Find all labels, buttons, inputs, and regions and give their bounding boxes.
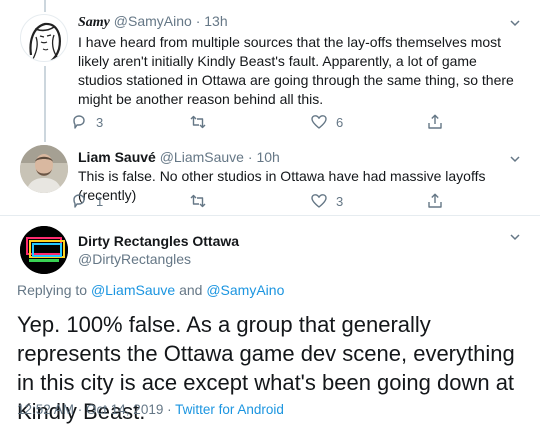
tweet-meta: 12:52 AM · Oct 14, 2019 · Twitter for An… xyxy=(17,402,284,417)
reply-icon xyxy=(73,115,85,129)
replying-to: Replying to @LiamSauve and @SamyAino xyxy=(17,282,284,298)
share-button[interactable] xyxy=(426,112,444,132)
chevron-down-icon[interactable] xyxy=(509,17,521,29)
display-name[interactable]: Dirty Rectangles Ottawa xyxy=(78,233,239,249)
share-button[interactable] xyxy=(426,191,444,211)
separator: · xyxy=(195,13,201,29)
like-button[interactable]: 3 xyxy=(310,191,343,211)
like-button[interactable]: 6 xyxy=(310,112,343,132)
user-handle[interactable]: @SamyAino xyxy=(114,13,192,29)
share-icon xyxy=(428,114,442,129)
dirty-rectangles-logo xyxy=(20,226,68,274)
retweet-button[interactable] xyxy=(188,191,216,211)
tweet-liam[interactable]: Liam Sauvé @LiamSauve · 10h This is fals… xyxy=(0,140,540,214)
reply-icon xyxy=(73,194,85,208)
avatar[interactable] xyxy=(20,14,68,62)
tweet-samy[interactable]: Samy @SamyAino · 13h I have heard from m… xyxy=(0,0,540,140)
like-count: 3 xyxy=(336,193,344,209)
heart-icon xyxy=(311,115,327,129)
chevron-down-icon[interactable] xyxy=(509,231,521,243)
mention-link[interactable]: @SamyAino xyxy=(206,282,284,298)
separator: · xyxy=(247,149,253,165)
replying-and: and xyxy=(179,282,203,298)
user-handle[interactable]: @LiamSauve xyxy=(160,149,244,165)
source-link[interactable]: Twitter for Android xyxy=(175,402,284,417)
timestamp[interactable]: 12:52 AM · Oct 14, 2019 · xyxy=(17,402,172,417)
reply-count: 3 xyxy=(96,114,104,130)
retweet-icon xyxy=(190,115,206,129)
reply-count: 1 xyxy=(96,193,104,209)
chevron-down-icon[interactable] xyxy=(509,153,521,165)
avatar[interactable] xyxy=(20,226,68,274)
tweet-actions: 3 6 xyxy=(70,112,470,132)
tweet-actions: 1 3 xyxy=(70,191,470,211)
retweet-button[interactable] xyxy=(188,112,216,132)
avatar[interactable] xyxy=(20,145,68,193)
like-count: 6 xyxy=(336,114,344,130)
display-name[interactable]: Samy xyxy=(78,15,110,30)
mention-link[interactable]: @LiamSauve xyxy=(91,282,175,298)
heart-icon xyxy=(311,194,327,208)
user-handle[interactable]: @DirtyRectangles xyxy=(78,251,191,267)
timestamp[interactable]: 13h xyxy=(204,13,227,29)
timestamp[interactable]: 10h xyxy=(256,149,279,165)
reply-button[interactable]: 3 xyxy=(70,112,103,132)
reply-button[interactable]: 1 xyxy=(70,191,103,211)
avatar-illustration xyxy=(21,15,67,61)
replying-prefix: Replying to xyxy=(17,282,88,298)
tweet-header: Liam Sauvé @LiamSauve · 10h xyxy=(78,148,280,166)
display-name[interactable]: Liam Sauvé xyxy=(78,149,156,165)
avatar-photo xyxy=(20,145,68,193)
tweet-header: Samy @SamyAino · 13h xyxy=(78,12,228,32)
tweet-text: I have heard from multiple sources that … xyxy=(78,34,514,107)
retweet-icon xyxy=(190,194,206,208)
focal-tweet: Dirty Rectangles Ottawa @DirtyRectangles… xyxy=(0,216,540,433)
share-icon xyxy=(428,193,442,208)
